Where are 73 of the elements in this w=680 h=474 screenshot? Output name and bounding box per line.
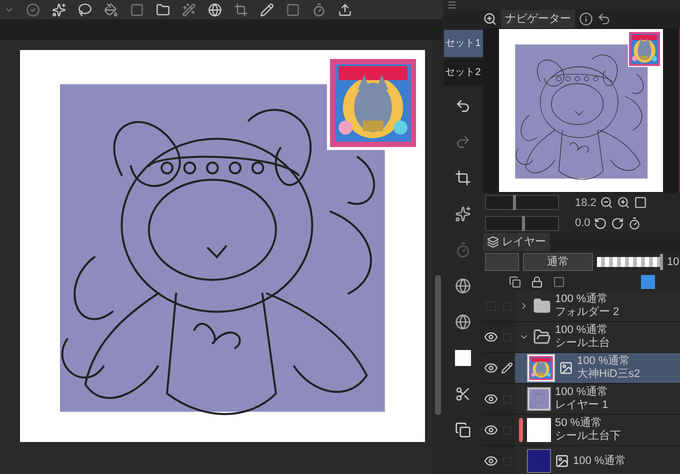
bucket-icon[interactable]: [104, 2, 118, 16]
layer-mode: 100 %通常: [573, 454, 626, 468]
eye-icon[interactable]: [484, 330, 498, 344]
slider-thumb[interactable]: [522, 216, 524, 231]
opacity-value: 10: [667, 254, 680, 270]
palette-set-tab[interactable]: セット1: [444, 30, 482, 57]
layer-mode: 50 %通常: [555, 417, 604, 430]
layer-tab[interactable]: レイヤー: [483, 233, 550, 251]
slider-thumb[interactable]: [660, 254, 663, 270]
layer-row[interactable]: 100 %通常 レイヤー 1: [515, 384, 680, 414]
layer-name: シール土台下: [555, 430, 621, 443]
folder-icon: [533, 297, 551, 315]
copy-icon[interactable]: [455, 422, 471, 438]
color-swatch[interactable]: [455, 350, 471, 366]
blend-mode-dropdown[interactable]: 通常: [523, 253, 593, 271]
square-icon[interactable]: [130, 2, 144, 16]
navigator-icon[interactable]: [483, 12, 497, 26]
layer-name: シール土台: [555, 337, 610, 350]
layer-name: 大神HiD三s2: [577, 368, 640, 381]
layer-row[interactable]: 50 %通常 シール土台下: [515, 415, 680, 445]
layer-name: フォルダー 2: [555, 306, 620, 319]
folder-icon: [533, 328, 551, 346]
eye-icon[interactable]: [484, 361, 498, 375]
eye-icon[interactable]: [484, 423, 498, 437]
palette-set-tab[interactable]: セット2: [444, 59, 482, 86]
image-layer-icon: [559, 361, 573, 375]
menu-icon[interactable]: [447, 0, 457, 10]
layers-icon: [487, 236, 499, 248]
slider-thumb[interactable]: [512, 195, 516, 210]
scrollbar[interactable]: [432, 40, 443, 474]
eye-icon[interactable]: [484, 392, 498, 406]
slider-track[interactable]: [485, 216, 559, 231]
fit-icon[interactable]: [634, 196, 648, 210]
rotate-left-icon[interactable]: [594, 216, 608, 230]
pen-icon[interactable]: [260, 2, 274, 16]
zoom-value: 18.2: [575, 196, 596, 210]
image-layer-icon: [555, 454, 569, 468]
layer-row[interactable]: 100 %通常 フォルダー 2: [515, 291, 680, 321]
eye-icon[interactable]: [484, 454, 498, 468]
layer-thumbnail: [527, 418, 551, 442]
undo-icon[interactable]: [455, 98, 471, 114]
layer-row[interactable]: 100 %通常 シール土台: [515, 322, 680, 352]
zoom-out-icon[interactable]: [600, 196, 614, 210]
lock-icon[interactable]: [531, 276, 543, 288]
lasso-icon[interactable]: [78, 2, 92, 16]
info-icon[interactable]: [579, 12, 593, 26]
angle-value: 0.0: [575, 216, 590, 231]
redo-icon[interactable]: [455, 134, 471, 150]
rotate-right-icon[interactable]: [611, 216, 624, 230]
color-swatch[interactable]: [641, 275, 656, 289]
layer-mode: 100 %通常: [555, 293, 610, 306]
check-icon[interactable]: [26, 2, 40, 16]
layer-name: レイヤー 1: [555, 399, 608, 412]
sketch-drawing: [528, 388, 550, 410]
folder-icon[interactable]: [156, 2, 170, 16]
layer-mode: 100 %通常: [577, 355, 632, 368]
slider-track[interactable]: [485, 195, 559, 210]
layer-mode: 100 %通常: [555, 324, 610, 337]
wand-icon[interactable]: [182, 2, 196, 16]
layer-row[interactable]: 100 %通常: [515, 446, 680, 474]
layer-mode: 100 %通常: [555, 386, 608, 399]
layer-thumbnail: [527, 449, 551, 473]
crop-icon[interactable]: [234, 2, 248, 16]
scissors-icon[interactable]: [455, 386, 471, 402]
zoom-in-icon[interactable]: [617, 196, 630, 210]
layer-row[interactable]: 100 %通常 大神HiD三s2: [515, 353, 680, 383]
upload-icon[interactable]: [338, 2, 352, 16]
sparkle-icon[interactable]: [52, 2, 66, 16]
history-icon[interactable]: [597, 12, 611, 26]
opacity-slider[interactable]: [597, 257, 663, 267]
pencil-icon: [501, 362, 513, 374]
layer-color-dropdown[interactable]: [485, 253, 519, 271]
navigator-tab[interactable]: ナビゲーター: [501, 10, 575, 28]
